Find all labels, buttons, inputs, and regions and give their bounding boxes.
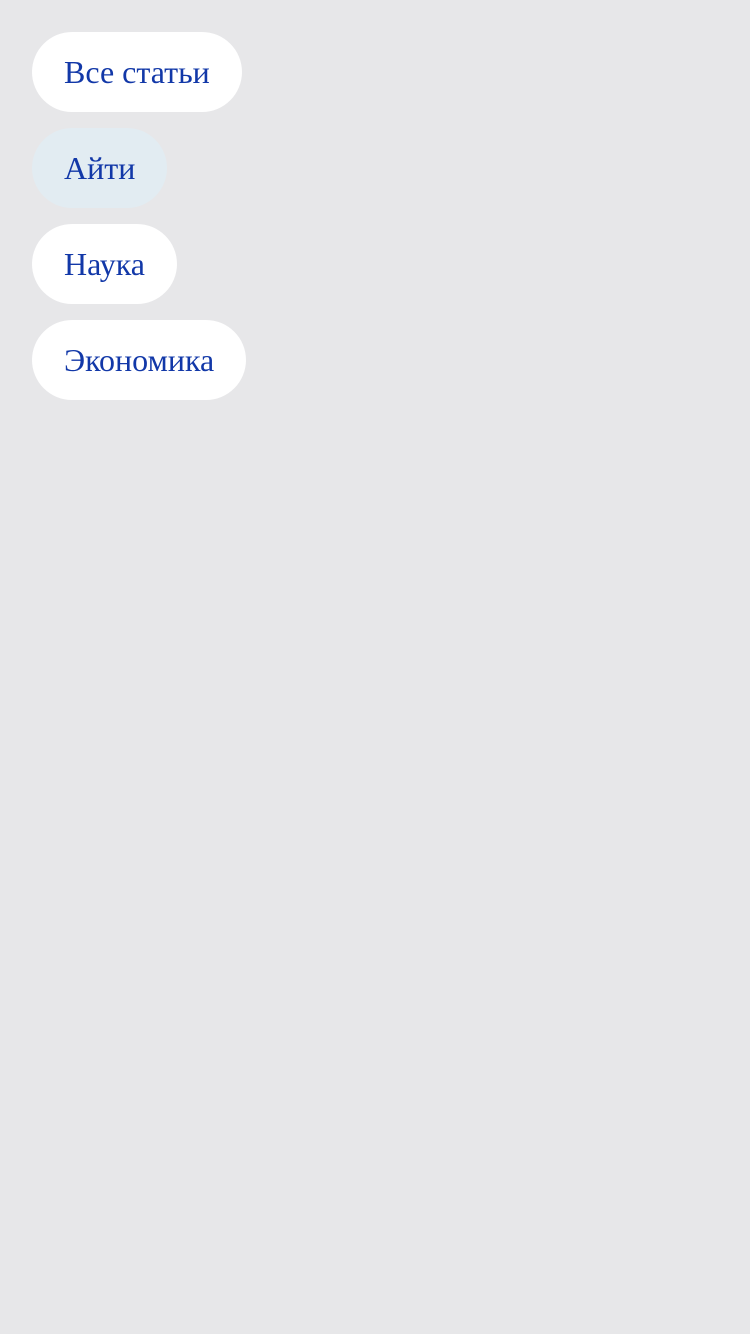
category-filter-list: Все статьи Айти Наука Экономика xyxy=(32,32,247,400)
category-chip-science[interactable]: Наука xyxy=(32,224,177,304)
category-chip-label: Все статьи xyxy=(64,54,210,90)
category-chip-all-articles[interactable]: Все статьи xyxy=(32,32,242,112)
category-chip-label: Экономика xyxy=(64,342,215,378)
category-chip-label: Айти xyxy=(64,150,136,186)
category-chip-economics[interactable]: Экономика xyxy=(32,320,247,400)
category-chip-label: Наука xyxy=(64,246,145,282)
category-chip-it[interactable]: Айти xyxy=(32,128,168,208)
